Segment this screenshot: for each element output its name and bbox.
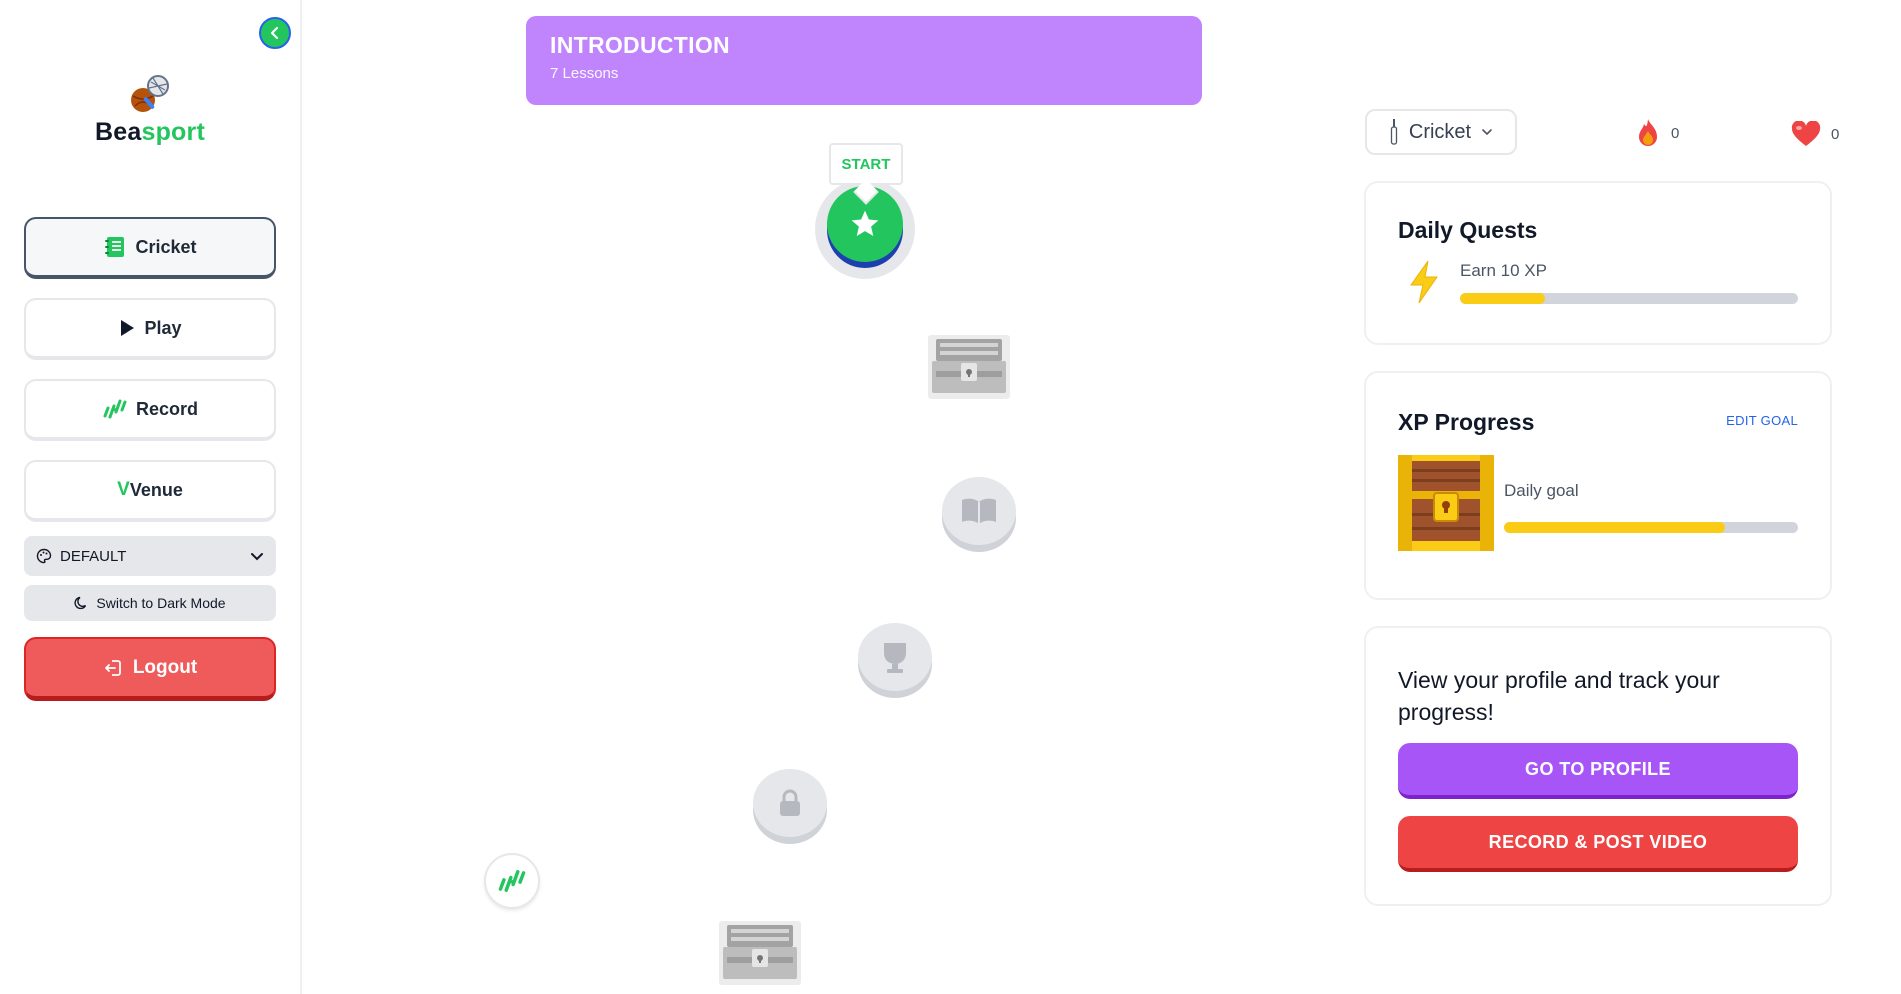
record-post-video-label: RECORD & POST VIDEO (1488, 831, 1708, 852)
xp-progress-title: XP Progress (1398, 409, 1535, 435)
sidebar-item-label: Venue (129, 479, 183, 500)
quest-label: Earn 10 XP (1460, 261, 1547, 280)
record-post-video-button[interactable]: RECORD & POST VIDEO (1398, 816, 1798, 872)
theme-select[interactable]: DEFAULT (24, 536, 276, 576)
chevron-down-icon (251, 553, 263, 561)
sidebar-item-label: Record (135, 398, 198, 419)
lightning-icon (1410, 260, 1438, 304)
chevron-down-icon (1482, 129, 1492, 136)
xp-progress-card: XP Progress EDIT GOAL Daily goal (1364, 371, 1832, 600)
logout-icon (104, 659, 121, 676)
play-icon (121, 320, 135, 336)
dark-mode-toggle[interactable]: Switch to Dark Mode (24, 585, 276, 621)
quest-progress-fill (1460, 293, 1545, 304)
hearts-count: 0 (1831, 125, 1840, 143)
lock-icon (780, 789, 800, 816)
go-to-profile-button[interactable]: GO TO PROFILE (1398, 743, 1798, 799)
palette-icon (36, 548, 52, 564)
hearts-counter[interactable]: 0 (1791, 121, 1839, 147)
sidebar: Beasport Cricket Play Record V Venue DEF… (0, 0, 302, 994)
book-icon (962, 498, 996, 524)
chevron-left-icon (270, 26, 279, 40)
lesson-node-trophy-locked[interactable] (858, 623, 932, 691)
venue-v-icon: V (117, 479, 130, 500)
sidebar-item-record[interactable]: Record (24, 379, 276, 441)
sidebar-item-label: Cricket (135, 236, 197, 257)
streak-counter[interactable]: 0 (1635, 118, 1679, 148)
brand-name-part1: Bea (95, 118, 142, 146)
xp-progress-bar (1504, 522, 1798, 533)
profile-card: View your profile and track your progres… (1364, 626, 1832, 906)
dumbbell-icon (103, 399, 127, 419)
sidebar-item-play[interactable]: Play (24, 298, 276, 360)
profile-prompt: View your profile and track your progres… (1398, 667, 1720, 725)
treasure-chest-icon (1398, 455, 1494, 551)
xp-progress-fill (1504, 522, 1725, 533)
lesson-node-chest-locked[interactable] (928, 331, 1010, 399)
daily-quests-card: Daily Quests Earn 10 XP (1364, 181, 1832, 345)
unit-lesson-count: 7 Lessons (550, 65, 619, 82)
star-icon (851, 210, 879, 236)
brand-name-part2: sport (141, 118, 205, 146)
heart-icon (1791, 121, 1821, 146)
daily-goal-label: Daily goal (1504, 481, 1579, 500)
unit-banner: INTRODUCTION 7 Lessons (526, 16, 1202, 105)
sidebar-item-label: Play (144, 317, 182, 338)
dumbbell-icon (498, 870, 526, 892)
daily-quests-title: Daily Quests (1398, 217, 1538, 243)
dark-mode-label: Switch to Dark Mode (96, 595, 226, 611)
sidebar-item-cricket[interactable]: Cricket (24, 217, 276, 279)
notebook-icon (105, 237, 125, 257)
cricket-bat-icon (1390, 119, 1398, 145)
practice-button[interactable] (484, 853, 540, 909)
collapse-sidebar-button[interactable] (259, 17, 291, 49)
sports-balls-icon (131, 75, 169, 112)
moon-icon (74, 596, 87, 610)
lesson-node-lock-locked[interactable] (753, 769, 827, 837)
brand-logo[interactable]: Beasport (0, 72, 300, 147)
lesson-node-chest-locked[interactable] (719, 917, 801, 985)
course-select-value: Cricket (1408, 120, 1472, 143)
start-label-text: START (841, 155, 891, 173)
edit-goal-link[interactable]: EDIT GOAL (1726, 413, 1798, 428)
go-to-profile-label: GO TO PROFILE (1525, 758, 1671, 779)
course-select[interactable]: Cricket (1365, 109, 1517, 155)
streak-count: 0 (1671, 124, 1680, 142)
trophy-icon (884, 643, 906, 673)
brand-name: Beasport (0, 118, 300, 147)
lesson-node-book-locked[interactable] (942, 477, 1016, 545)
quest-progress-bar (1460, 293, 1798, 304)
sidebar-item-venue[interactable]: V Venue (24, 460, 276, 522)
theme-select-value: DEFAULT (60, 547, 127, 565)
logout-button[interactable]: Logout (24, 637, 276, 701)
flame-icon (1639, 119, 1657, 146)
unit-title: INTRODUCTION (550, 32, 730, 58)
logout-label: Logout (132, 656, 198, 678)
